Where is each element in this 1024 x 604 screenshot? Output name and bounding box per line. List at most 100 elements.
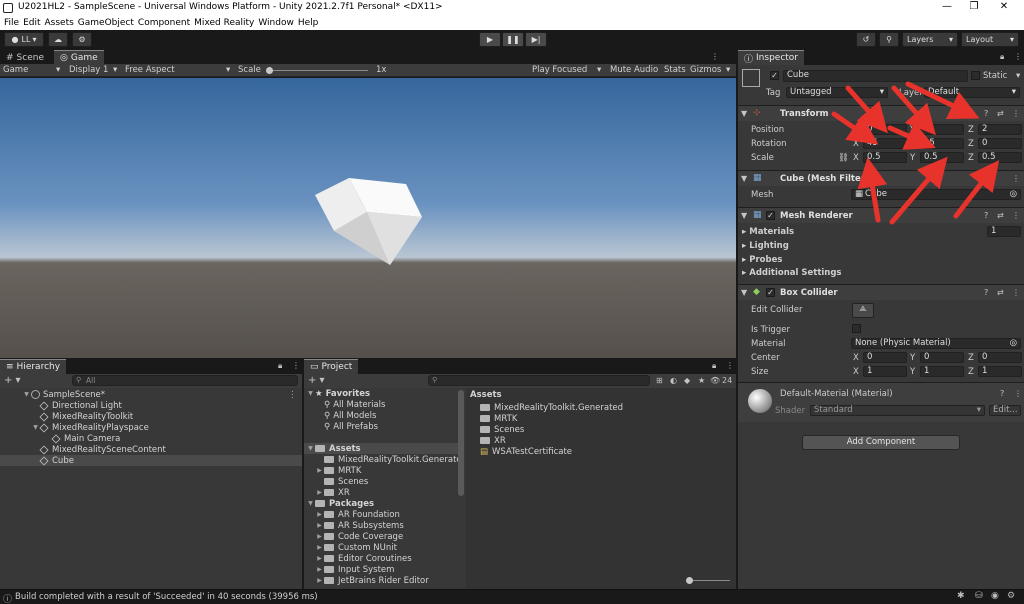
content-item[interactable]: MRTK — [480, 413, 517, 424]
project-search-input[interactable]: ⚲ — [428, 375, 650, 386]
display-dropdown[interactable]: Display 1 — [69, 65, 108, 75]
scale-slider-handle[interactable] — [266, 67, 273, 74]
presets-icon[interactable]: ⇄ — [997, 288, 1004, 297]
is-trigger-checkbox[interactable] — [852, 324, 861, 333]
type-filter-icon[interactable]: ◐ — [670, 376, 677, 385]
progress-icon[interactable]: ◉ — [991, 591, 999, 601]
panel-menu-icon[interactable]: ⋮ — [1014, 52, 1022, 61]
menu-assets[interactable]: Assets — [45, 18, 74, 28]
scale-slider-track[interactable] — [268, 70, 368, 71]
stats-toggle[interactable]: Stats — [664, 65, 686, 75]
mesh-renderer-enabled-checkbox[interactable]: ✓ — [766, 211, 775, 220]
icon-size-handle[interactable] — [686, 577, 693, 584]
mute-audio-toggle[interactable]: Mute Audio — [610, 65, 658, 75]
component-menu-icon[interactable]: ⋮ — [1012, 288, 1020, 297]
probes-foldout[interactable]: ▸ Probes — [742, 255, 782, 265]
cloud-icon[interactable]: ☁ — [48, 32, 68, 47]
menu-file[interactable]: File — [4, 18, 19, 28]
menu-edit[interactable]: Edit — [23, 18, 40, 28]
shader-dropdown[interactable]: Standard ▾ — [810, 405, 985, 416]
help-icon[interactable]: ? — [1000, 389, 1004, 398]
hierarchy-item[interactable]: Main Camera — [51, 433, 120, 444]
tab-project[interactable]: ▭ Project — [304, 359, 359, 374]
layout-dropdown[interactable]: Layout ▾ — [961, 32, 1019, 47]
hierarchy-item[interactable]: MixedRealitySceneContent — [39, 444, 166, 455]
physic-material-field[interactable]: None (Physic Material) ◎ — [851, 338, 1021, 349]
tree-item[interactable]: ▶ Editor Coroutines — [315, 553, 411, 564]
content-item[interactable]: MixedRealityToolkit.Generated — [480, 402, 623, 413]
play-focused-dropdown[interactable]: Play Focused — [532, 65, 587, 75]
tab-inspector[interactable]: ⓘ Inspector — [738, 50, 804, 65]
menu-component[interactable]: Component — [138, 18, 190, 28]
aspect-dropdown[interactable]: Free Aspect — [125, 65, 175, 75]
tree-item[interactable]: ▶ Input System — [315, 564, 394, 575]
hierarchy-item[interactable]: ▼ MixedRealityPlayspace — [31, 422, 149, 433]
close-icon[interactable]: ✕ — [997, 1, 1011, 12]
tree-item[interactable]: ⚲ All Models — [324, 410, 376, 421]
tree-item[interactable]: Scenes — [324, 476, 368, 487]
history-icon[interactable]: ↺ — [856, 32, 876, 47]
lock-icon[interactable]: 🔒︎ — [1000, 52, 1004, 62]
tree-scrollbar[interactable] — [458, 390, 464, 496]
center-z-field[interactable]: 0 — [978, 352, 1022, 363]
box-collider-header[interactable]: ▼ ◆ ✓ Box Collider ? ⇄ ⋮ — [738, 284, 1024, 300]
tree-item[interactable]: ▶ JetBrains Rider Editor — [315, 575, 429, 586]
box-collider-enabled-checkbox[interactable]: ✓ — [766, 288, 775, 297]
minimize-icon[interactable]: — — [940, 1, 954, 12]
additional-settings-foldout[interactable]: ▸ Additional Settings — [742, 268, 842, 278]
tree-item[interactable]: ▶ XR — [315, 487, 350, 498]
tree-item[interactable]: ⚲ All Materials — [324, 399, 385, 410]
tree-item[interactable]: MixedRealityToolkit.Generate — [324, 454, 462, 465]
tree-packages[interactable]: ▼ Packages — [306, 498, 374, 509]
tab-hierarchy[interactable]: ≡ Hierarchy — [0, 359, 67, 374]
size-y-field[interactable]: 1 — [920, 366, 964, 377]
search-icon[interactable]: ⚲ — [879, 32, 899, 47]
lighting-foldout[interactable]: ▸ Lighting — [742, 241, 789, 251]
size-z-field[interactable]: 1 — [978, 366, 1022, 377]
expand-arrow-icon[interactable]: ▼ — [22, 391, 31, 398]
search-filter-icon[interactable]: ⊞ — [656, 376, 663, 385]
item-menu-icon[interactable]: ⋮ — [288, 390, 297, 400]
pause-button[interactable]: ❚❚ — [502, 32, 524, 47]
chevron-down-icon[interactable]: ▼ — [741, 288, 747, 297]
tree-item[interactable]: ▶ Code Coverage — [315, 531, 403, 542]
bug-icon[interactable]: ✱ — [957, 591, 965, 601]
tree-item[interactable]: ▶ AR Foundation — [315, 509, 400, 520]
chevron-down-icon[interactable]: ▼ — [741, 211, 747, 220]
hidden-packages-icon[interactable]: 👁︎ — [710, 376, 720, 385]
lock-icon[interactable]: 🔒︎ — [278, 361, 282, 371]
menu-window[interactable]: Window — [258, 18, 294, 28]
tree-item[interactable]: ▶ MRTK — [315, 465, 361, 476]
collab-icon[interactable]: ⚙ — [72, 32, 92, 47]
center-x-field[interactable]: 0 — [863, 352, 907, 363]
help-icon[interactable]: ? — [984, 288, 988, 297]
lock-icon[interactable]: 🔒︎ — [712, 361, 716, 371]
gizmos-toggle[interactable]: Gizmos — [690, 65, 721, 75]
settings-icon[interactable]: ⚙ — [1007, 591, 1015, 601]
chevron-down-icon[interactable]: ▼ — [741, 109, 747, 118]
status-message[interactable]: Build completed with a result of 'Succee… — [15, 592, 318, 602]
hierarchy-item-selected[interactable]: Cube — [0, 455, 302, 466]
object-picker-icon[interactable]: ◎ — [1010, 339, 1017, 348]
maximize-icon[interactable]: ❐ — [967, 1, 981, 12]
hierarchy-item[interactable]: Directional Light — [39, 400, 122, 411]
hierarchy-item-scene[interactable]: ▼ SampleScene* ⋮ — [22, 389, 300, 400]
menu-gameobject[interactable]: GameObject — [78, 18, 134, 28]
hierarchy-item[interactable]: MixedRealityToolkit — [39, 411, 133, 422]
label-filter-icon[interactable]: ◆ — [684, 376, 690, 385]
center-y-field[interactable]: 0 — [920, 352, 964, 363]
tree-assets[interactable]: ▼ Assets — [304, 443, 458, 454]
network-icon[interactable]: ⛁ — [975, 591, 983, 601]
size-x-field[interactable]: 1 — [863, 366, 907, 377]
tab-menu-icon[interactable]: ⋮ — [711, 52, 719, 61]
content-item[interactable]: Scenes — [480, 424, 524, 435]
tab-scene[interactable]: # Scene — [0, 50, 50, 65]
menu-help[interactable]: Help — [298, 18, 319, 28]
step-button[interactable]: ▶| — [525, 32, 547, 47]
account-button[interactable]: ● LL ▾ — [4, 32, 44, 47]
game-viewport[interactable] — [0, 78, 736, 358]
tab-game[interactable]: ◎ Game — [54, 50, 104, 65]
add-icon[interactable]: + ▾ — [4, 375, 21, 386]
play-button[interactable]: ▶ — [479, 32, 501, 47]
tree-item[interactable]: ⚲ All Prefabs — [324, 421, 378, 432]
